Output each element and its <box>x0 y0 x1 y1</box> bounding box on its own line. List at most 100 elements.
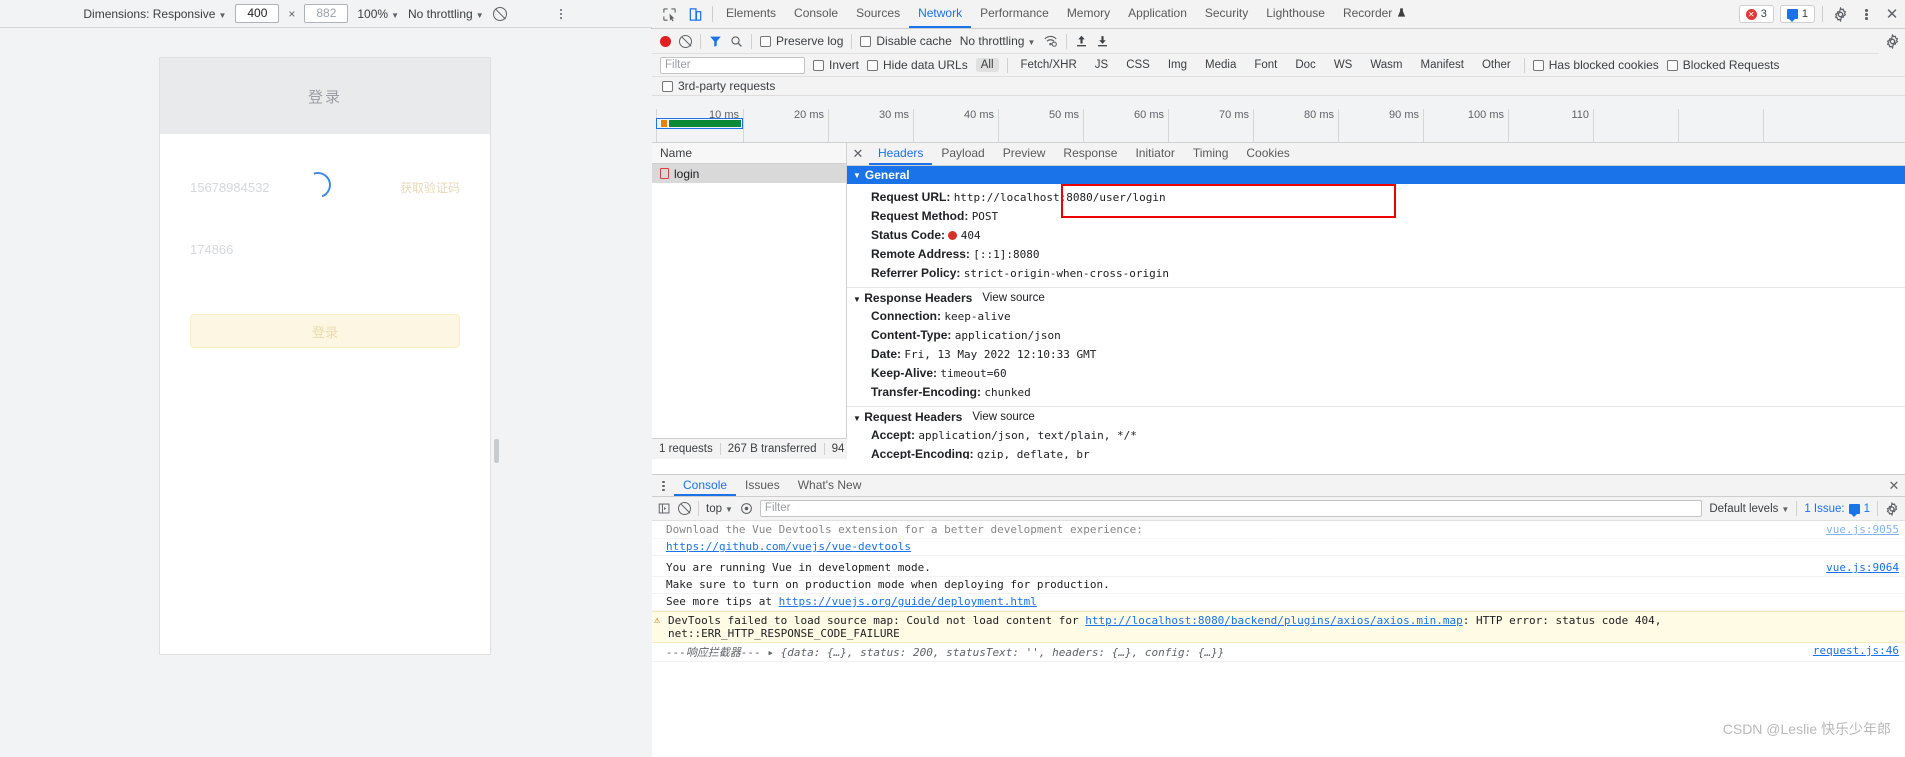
tab-payload[interactable]: Payload <box>932 143 993 165</box>
network-overview-timeline[interactable]: 10 ms 20 ms 30 ms 40 ms 50 ms 60 ms 70 m… <box>652 96 1905 143</box>
dimensions-select[interactable]: Dimensions: Responsive ▼ <box>83 7 226 21</box>
tab-performance[interactable]: Performance <box>971 0 1058 28</box>
type-filter-js[interactable]: JS <box>1090 58 1113 72</box>
network-filter-input[interactable]: Filter <box>660 56 805 74</box>
zoom-select[interactable]: 100% ▼ <box>357 7 399 21</box>
tab-elements[interactable]: Elements <box>717 0 785 28</box>
type-filter-img[interactable]: Img <box>1163 58 1192 72</box>
type-filter-ws[interactable]: WS <box>1329 58 1358 72</box>
export-har-icon[interactable] <box>1096 34 1109 48</box>
drawer-tab-console[interactable]: Console <box>674 475 737 496</box>
console-levels-select[interactable]: Default levels ▼ <box>1709 503 1789 515</box>
search-icon[interactable] <box>730 35 743 48</box>
funnel-icon[interactable] <box>709 35 722 48</box>
tab-application[interactable]: Application <box>1119 0 1196 28</box>
type-filter-manifest[interactable]: Manifest <box>1416 58 1469 72</box>
drawer-tab-whats-new[interactable]: What's New <box>789 475 871 496</box>
type-filter-other[interactable]: Other <box>1477 58 1516 72</box>
drawer-tab-issues[interactable]: Issues <box>736 475 789 496</box>
type-filter-doc[interactable]: Doc <box>1290 58 1320 72</box>
execution-context-select[interactable]: top ▼ <box>706 503 733 515</box>
hide-data-urls-checkbox[interactable]: Hide data URLs <box>867 58 968 72</box>
response-view-source-button[interactable]: View source <box>982 292 1044 304</box>
type-filter-wasm[interactable]: Wasm <box>1365 58 1407 72</box>
toolbar-separator <box>712 6 713 22</box>
tab-console[interactable]: Console <box>785 0 847 28</box>
verification-code-input[interactable]: 174866 <box>190 242 233 257</box>
tab-headers[interactable]: Headers <box>869 143 933 165</box>
drawer-close-icon[interactable]: ✕ <box>1883 475 1905 496</box>
network-conditions-icon[interactable] <box>1043 34 1058 48</box>
clear-network-log-icon[interactable] <box>679 34 692 48</box>
invert-checkbox[interactable]: Invert <box>813 58 859 72</box>
inspect-element-icon[interactable] <box>656 0 682 28</box>
no-throttle-icon[interactable] <box>492 6 507 21</box>
tab-sources[interactable]: Sources <box>847 0 909 28</box>
send-sms-code-button[interactable]: 获取验证码 <box>400 179 460 196</box>
console-message-source[interactable]: vue.js:9055 <box>1826 523 1899 537</box>
overview-tick-label: 60 ms <box>1134 109 1164 121</box>
tab-recorder[interactable]: Recorder <box>1334 0 1416 28</box>
response-headers-section-header[interactable]: ▼ Response Headers View source <box>847 287 1905 307</box>
toolbar-separator-2 <box>751 33 752 49</box>
network-throttling-select[interactable]: No throttling ▼ <box>960 34 1036 48</box>
clear-console-icon[interactable] <box>678 502 691 515</box>
type-filter-font[interactable]: Font <box>1249 58 1282 72</box>
viewport-resize-handle[interactable] <box>494 439 499 463</box>
type-filter-css[interactable]: CSS <box>1121 58 1155 72</box>
request-view-source-button[interactable]: View source <box>972 411 1034 423</box>
disable-cache-checkbox[interactable]: Disable cache <box>860 34 952 48</box>
console-message-link[interactable]: https://github.com/vuejs/vue-devtools <box>666 540 911 553</box>
general-section-header[interactable]: ▼ General <box>847 166 1905 184</box>
issues-badge[interactable]: 1 Issue: 1 <box>1804 503 1870 517</box>
viewport-height-input[interactable]: 882 <box>304 4 349 23</box>
close-details-icon[interactable]: ✕ <box>847 143 869 165</box>
row-key: Date: <box>871 347 902 361</box>
tab-timing[interactable]: Timing <box>1184 143 1238 165</box>
devtools-more-options-icon[interactable] <box>1853 0 1879 28</box>
general-row-status-code: Status Code: 404 <box>847 226 1905 245</box>
preserve-log-checkbox[interactable]: Preserve log <box>760 34 843 48</box>
tab-response[interactable]: Response <box>1054 143 1126 165</box>
type-filter-all[interactable]: All <box>975 58 999 72</box>
tab-initiator[interactable]: Initiator <box>1126 143 1183 165</box>
console-message-link[interactable]: http://localhost:8080/backend/plugins/ax… <box>1085 614 1463 627</box>
tab-network[interactable]: Network <box>909 0 972 28</box>
import-har-icon[interactable] <box>1075 34 1088 48</box>
phone-input[interactable]: 15678984532 <box>190 180 270 195</box>
network-settings-gear-icon[interactable] <box>1879 29 1905 54</box>
drawer-more-options-icon[interactable] <box>652 475 674 496</box>
console-message-source[interactable]: request.js:46 <box>1813 644 1899 658</box>
device-toolbar-icon[interactable] <box>682 0 708 28</box>
tab-cookies[interactable]: Cookies <box>1237 143 1298 165</box>
table-row[interactable]: login <box>652 164 846 183</box>
console-sidebar-icon[interactable] <box>658 502 671 515</box>
console-message-source[interactable]: vue.js:9064 <box>1826 561 1899 575</box>
console-message-link[interactable]: https://vuejs.org/guide/deployment.html <box>779 595 1037 608</box>
login-page-title: 登录 <box>307 88 342 106</box>
record-network-log-icon[interactable] <box>660 35 671 47</box>
console-filter-input[interactable]: Filter <box>759 500 1703 517</box>
chevron-down-icon: ▼ <box>218 10 227 20</box>
request-list-header[interactable]: Name <box>652 143 846 164</box>
error-count-badge[interactable]: ✕ 3 <box>1738 5 1774 23</box>
devtools-close-icon[interactable]: ✕ <box>1879 0 1905 28</box>
tab-memory[interactable]: Memory <box>1058 0 1119 28</box>
tab-security[interactable]: Security <box>1196 0 1257 28</box>
console-settings-gear-icon[interactable] <box>1885 501 1899 516</box>
device-more-options-icon[interactable] <box>553 6 569 22</box>
device-throttling-select[interactable]: No throttling ▼ <box>408 7 484 21</box>
viewport-width-input[interactable]: 400 <box>235 4 280 23</box>
tab-lighthouse[interactable]: Lighthouse <box>1257 0 1334 28</box>
devtools-settings-gear-icon[interactable] <box>1827 0 1853 28</box>
login-submit-button[interactable]: 登录 <box>190 314 460 348</box>
request-headers-section-header[interactable]: ▼ Request Headers View source <box>847 406 1905 426</box>
message-count-badge[interactable]: 1 <box>1779 5 1815 23</box>
tab-preview[interactable]: Preview <box>994 143 1055 165</box>
has-blocked-cookies-checkbox[interactable]: Has blocked cookies <box>1532 58 1659 72</box>
type-filter-media[interactable]: Media <box>1200 58 1241 72</box>
type-filter-fetch-xhr[interactable]: Fetch/XHR <box>1016 58 1082 72</box>
blocked-requests-checkbox[interactable]: Blocked Requests <box>1666 58 1780 72</box>
third-party-requests-checkbox[interactable]: 3rd-party requests <box>662 79 775 93</box>
live-expression-icon[interactable] <box>740 502 753 515</box>
